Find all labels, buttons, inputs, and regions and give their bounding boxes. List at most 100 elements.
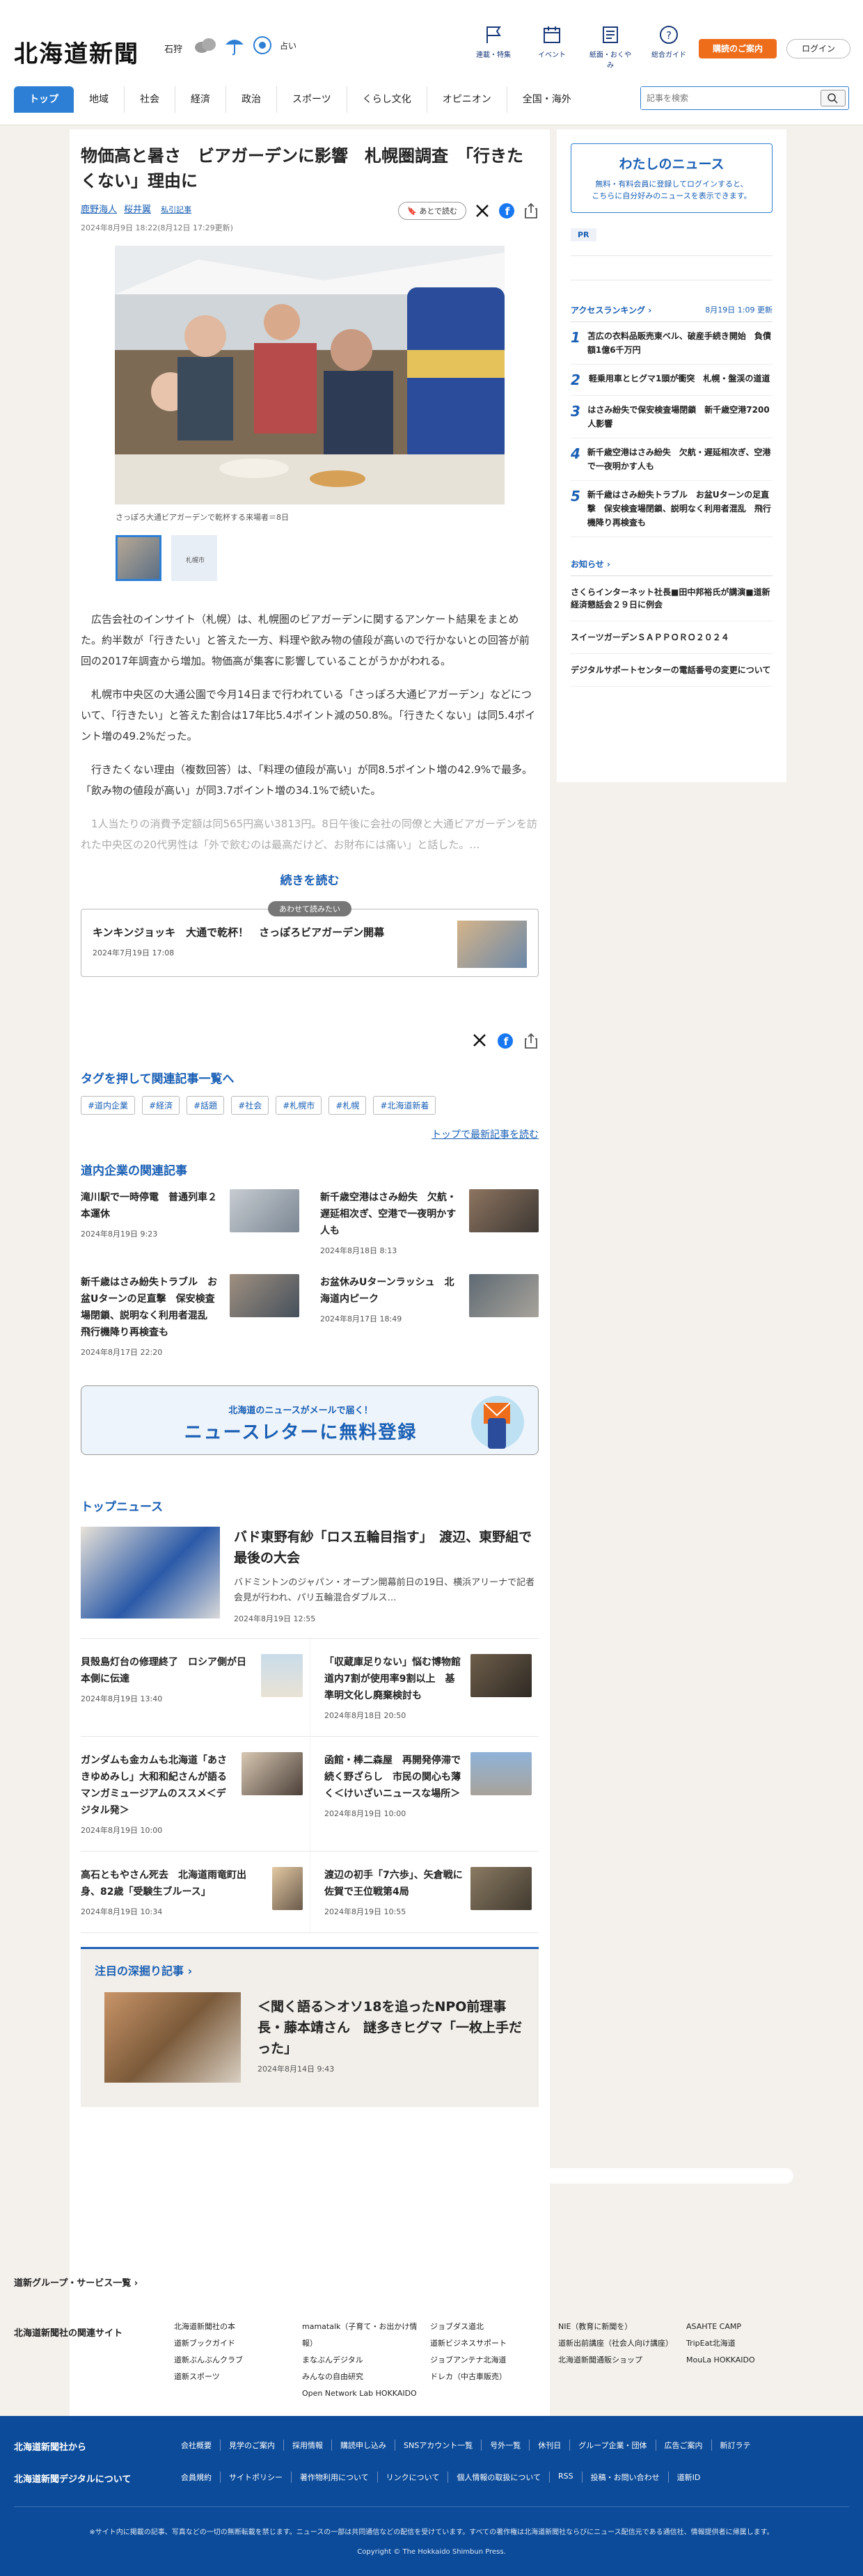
ranking-item[interactable]: 3 はさみ紛失で保安検査場閉鎖 新千歳空港7200人影響 (571, 396, 773, 438)
site-logo[interactable]: 北海道新聞 (14, 35, 139, 69)
footer-link[interactable]: 著作物利用について (292, 2472, 378, 2483)
tag-link[interactable]: #社会 (231, 1096, 269, 1115)
subscribe-button[interactable]: 購読のご案内 (699, 39, 777, 58)
my-news-box[interactable]: わたしのニュース 無料・有料会員に登録してログインすると、 こちらに自分好みのニュ… (571, 143, 773, 213)
site-link[interactable]: MouLa HOKKAIDO (686, 2355, 755, 2364)
site-link[interactable]: 北海道新聞社の本 (174, 2322, 235, 2331)
topnews-item[interactable]: 「収蔵庫足りない」悩む博物館 道内7割が使用率9割以上 基準明文化し廃棄検討も 2… (310, 1639, 539, 1737)
photo-thumbnail[interactable] (116, 535, 161, 581)
ranking-item[interactable]: 4 新千歳空港はさみ紛失 欠航・遅延相次ぎ、空港で一夜明かす人も (571, 438, 773, 481)
site-link[interactable]: ドレカ（中古車販売） (430, 2372, 507, 2381)
site-link[interactable]: ASAHTE CAMP (686, 2322, 741, 2331)
login-button[interactable]: ログイン (786, 39, 850, 58)
x-share-icon[interactable] (472, 1033, 487, 1048)
footer-link[interactable]: 広告ご案内 (656, 2440, 712, 2451)
gnav-top[interactable]: トップ (14, 86, 74, 113)
footer-link[interactable]: グループ企業・団体 (570, 2440, 656, 2451)
ranking-title[interactable]: アクセスランキング › (571, 304, 651, 316)
topnews-item[interactable]: 渡辺の初手「7六歩」、矢倉戦に 佐賀で王位戦第4局 2024年8月19日 10:5… (310, 1852, 539, 1933)
footer-link[interactable]: 採用情報 (284, 2440, 332, 2451)
nav-series[interactable]: 連載・特集 (472, 25, 515, 70)
related-item[interactable]: 新千歳空港はさみ紛失 欠航・遅延相次ぎ、空港で一夜明かす人も 2024年8月18日… (320, 1189, 539, 1256)
deep-dive-heading[interactable]: 注目の深掘り記事 › (95, 1962, 192, 1978)
nav-events[interactable]: イベント (530, 25, 573, 70)
weather-widget[interactable]: 占い (193, 35, 296, 56)
topnews-item[interactable]: 高石ともやさん死去 北海道雨竜町出身、82歳「受験生ブルース」 2024年8月19… (81, 1852, 310, 1933)
notice-item[interactable]: さくらインターネット社長■田中邦裕氏が講演■道新経済懇話会２９日に例会 (571, 576, 773, 621)
footer-link[interactable]: サイトポリシー (221, 2472, 292, 2483)
topnews-lead[interactable]: バド東野有紗「ロス五輪目指す」 渡辺、東野組で最後の大会 バドミントンのジャパン… (81, 1527, 539, 1639)
site-link[interactable]: 北海道新聞通販ショップ (558, 2355, 642, 2364)
footer-link[interactable]: 新訂ラテ (712, 2440, 759, 2451)
footer-link[interactable]: 投稿・お問い合わせ (583, 2472, 669, 2483)
site-link[interactable]: みんなの自由研究 (302, 2372, 363, 2381)
footer-link[interactable]: SNSアカウント一覧 (395, 2440, 482, 2451)
site-link[interactable]: ジョブアンテナ北海道 (430, 2355, 507, 2364)
read-later-button[interactable]: 🔖 あとで読む (398, 202, 466, 220)
site-link[interactable]: TripEat北海道 (686, 2339, 736, 2348)
gnav-society[interactable]: 社会 (125, 86, 175, 113)
site-link[interactable]: 道新ビジネスサポート (430, 2339, 507, 2348)
site-link[interactable]: Open Network Lab HOKKAIDO (302, 2389, 417, 2398)
related-item[interactable]: お盆休みUターンラッシュ 北海道内ピーク 2024年8月17日 18:49 (320, 1274, 539, 1358)
author-link[interactable]: 鹿野海人 (81, 205, 117, 215)
gnav-region[interactable]: 地域 (74, 86, 125, 113)
article-photo[interactable] (115, 246, 505, 504)
footer-link[interactable]: 道新ID (669, 2472, 709, 2483)
gnav-opinion[interactable]: オピニオン (427, 86, 507, 113)
newsletter-banner[interactable]: 北海道のニュースがメールで届く！ ニュースレターに無料登録 (81, 1385, 539, 1455)
site-link[interactable]: 道新ぶんぶんクラブ (174, 2355, 243, 2364)
footer-link[interactable]: 個人情報の取扱について (448, 2472, 551, 2483)
gnav-national[interactable]: 全国・海外 (507, 86, 587, 113)
gnav-sports[interactable]: スポーツ (277, 86, 347, 113)
search-button[interactable] (821, 90, 846, 106)
group-services-link[interactable]: 道新グループ・サービス一覧 › (14, 2275, 138, 2289)
footer-link[interactable]: 購読申し込み (332, 2440, 395, 2451)
top-latest-link[interactable]: トップで最新記事を読む (70, 1127, 539, 1141)
notice-item[interactable]: スイーツガーデンＳＡＰＰＯＲＯ２０２４ (571, 621, 773, 654)
topnews-item[interactable]: ガンダムも金カムも北海道「あさきゆめみし」大和和紀さんが語るマンガミュージアムの… (81, 1737, 310, 1852)
gnav-economy[interactable]: 経済 (175, 86, 226, 113)
site-link[interactable]: 道新ブックガイド (174, 2339, 235, 2348)
tag-link[interactable]: #話題 (187, 1096, 225, 1115)
tag-link[interactable]: #経済 (142, 1096, 180, 1115)
author-link[interactable]: 桜井翼 (124, 205, 151, 215)
recommend-card[interactable]: あわせて読みたい キンキンジョッキ 大通で乾杯！ さっぽろビアガーデン開幕 20… (81, 901, 539, 977)
tag-link[interactable]: #道内企業 (81, 1096, 136, 1115)
map-thumbnail[interactable]: 札幌市 (171, 535, 217, 581)
notice-heading[interactable]: お知らせ › (571, 558, 773, 576)
deep-dive-photo[interactable] (104, 1992, 241, 2083)
tag-link[interactable]: #北海道新着 (373, 1096, 436, 1115)
footer-link[interactable]: 号外一覧 (482, 2440, 530, 2451)
footer-link[interactable]: 休刊日 (530, 2440, 571, 2451)
site-link[interactable]: まなぶんデジタル (302, 2355, 363, 2364)
site-link[interactable]: ジョブダス道北 (430, 2322, 484, 2331)
tag-link[interactable]: #札幌 (328, 1096, 367, 1115)
read-more-link[interactable]: 続きを読む (70, 870, 550, 888)
nav-paper[interactable]: 紙面・おくやみ (589, 25, 632, 70)
related-item[interactable]: 新千歳はさみ紛失トラブル お盆Uターンの足直撃 保安検査場閉鎖、説明なく利用者混… (81, 1274, 299, 1358)
x-share-icon[interactable] (475, 203, 490, 218)
facebook-share-icon[interactable]: f (497, 1033, 514, 1049)
related-article-link[interactable]: 私引記事 (161, 205, 191, 214)
notice-item[interactable]: デジタルサポートセンターの電話番号の変更について (571, 654, 773, 687)
share-icon[interactable] (523, 202, 539, 219)
related-item[interactable]: 滝川駅で一時停電 普通列車２本運休 2024年8月19日 9:23 (81, 1189, 299, 1256)
share-icon[interactable] (523, 1033, 539, 1049)
weather-city[interactable]: 石狩 (164, 42, 182, 55)
search-input[interactable] (641, 87, 816, 109)
footer-link[interactable]: 会員規約 (173, 2472, 221, 2483)
footer-link[interactable]: リンクについて (378, 2472, 449, 2483)
deep-dive-title[interactable]: ＜聞く語る＞オソ18を追ったNPO前理事長・藤本靖さん 謎多きヒグマ「一枚上手だ… (258, 1996, 529, 2059)
topnews-item[interactable]: 貝殻島灯台の修理終了 ロシア側が日本側に伝達 2024年8月19日 13:40 (81, 1639, 310, 1737)
footer-link[interactable]: 会社概要 (173, 2440, 221, 2451)
gnav-culture[interactable]: くらし文化 (347, 86, 427, 113)
ranking-item[interactable]: 1 苫広の衣料品販売東ベル、破産手続き開始 負債額1億6千万円 (571, 322, 773, 365)
site-link[interactable]: 道新出前講座（社会人向け講座） (558, 2339, 673, 2348)
gnav-politics[interactable]: 政治 (226, 86, 277, 113)
ranking-item[interactable]: 2 軽乗用車とヒグマ1頭が衝突 札幌・盤渓の道道 (571, 365, 773, 396)
site-link[interactable]: mamatalk（子育て・お出かけ情報） (302, 2322, 417, 2348)
tag-link[interactable]: #札幌市 (276, 1096, 322, 1115)
footer-link[interactable]: RSS (550, 2472, 583, 2483)
footer-link[interactable]: 見学のご案内 (221, 2440, 284, 2451)
